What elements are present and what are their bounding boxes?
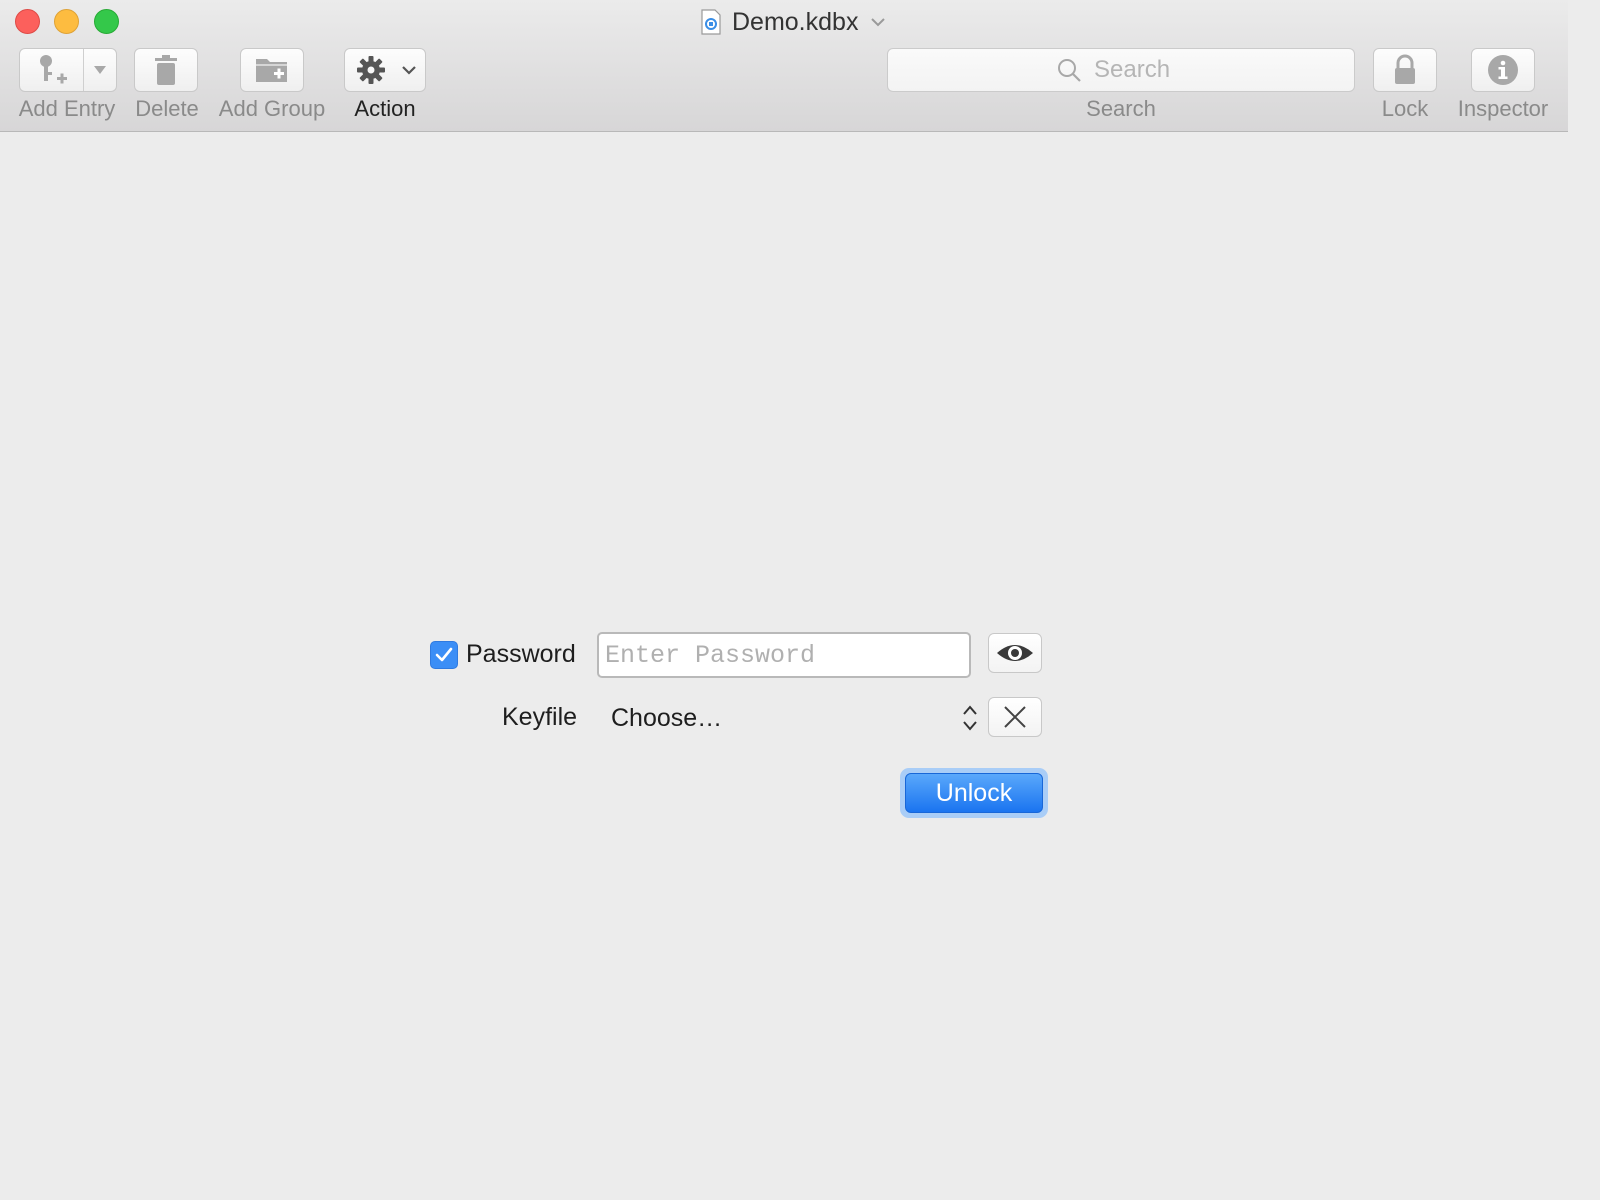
keyfile-select[interactable]: Choose… [600,698,980,738]
add-group-button[interactable] [240,48,304,92]
chevron-down-icon [871,18,886,27]
close-window-button[interactable] [15,9,40,34]
stepper-arrows-icon [963,705,977,731]
add-entry-label: Add Entry [18,96,116,121]
unlock-button[interactable]: Unlock [905,773,1043,813]
key-plus-icon [40,55,67,84]
app-window: Demo.kdbx Add Entry Delete Add Group Act… [0,0,1568,1176]
window-title[interactable]: Demo.kdbx [700,6,886,38]
search-field[interactable] [887,48,1355,92]
reveal-password-button[interactable] [988,633,1042,673]
add-group-label: Add Group [218,96,326,121]
gear-icon [357,56,385,84]
chevron-down-icon [402,66,416,75]
keyfile-label: Keyfile [502,703,578,731]
dropdown-arrow-icon[interactable] [93,65,107,75]
delete-label: Delete [135,96,199,121]
document-icon [701,9,721,35]
close-icon [1004,706,1026,728]
delete-button[interactable] [134,48,198,92]
trash-icon [155,55,177,85]
minimize-window-button[interactable] [54,9,79,34]
eye-icon [997,645,1033,661]
inspector-label: Inspector [1457,96,1549,121]
clear-keyfile-button[interactable] [988,697,1042,737]
checkmark-icon [435,647,453,662]
password-checkbox[interactable] [430,641,458,669]
password-label: Password [466,640,576,668]
toolbar: Demo.kdbx Add Entry Delete Add Group Act… [0,0,1568,132]
lock-button[interactable] [1373,48,1437,92]
keyfile-value: Choose… [611,703,723,732]
action-button[interactable] [344,48,426,92]
maximize-window-button[interactable] [94,9,119,34]
password-input[interactable] [599,634,969,676]
password-field[interactable] [597,632,971,678]
lock-icon [1395,54,1415,84]
search-icon [1058,59,1081,82]
info-icon [1488,55,1518,85]
search-input[interactable] [1092,55,1186,85]
action-label: Action [354,96,416,121]
inspector-button[interactable] [1471,48,1535,92]
search-label: Search [1086,96,1156,121]
split-divider [83,49,84,91]
window-title-text: Demo.kdbx [732,7,859,36]
folder-plus-icon [256,59,287,82]
add-entry-button[interactable] [19,48,117,92]
lock-label: Lock [1381,96,1429,121]
